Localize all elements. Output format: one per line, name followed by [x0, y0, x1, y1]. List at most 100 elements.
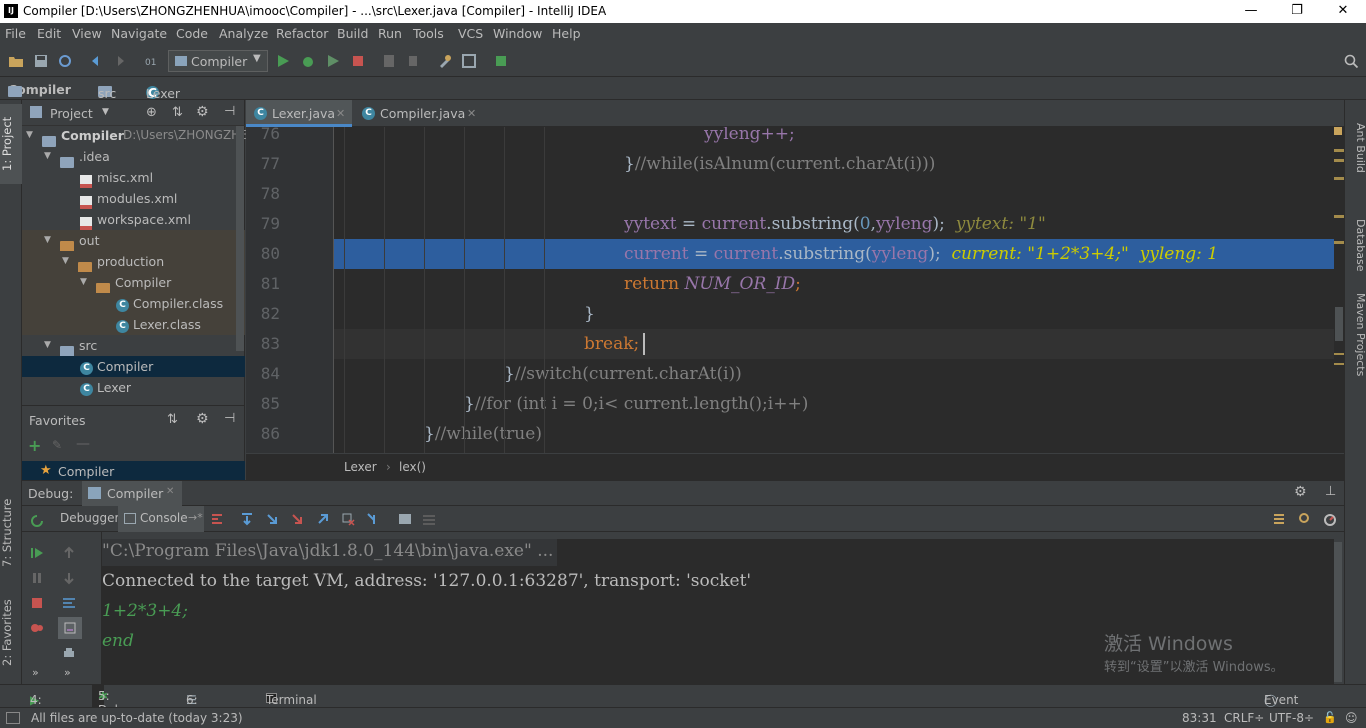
tab-structure[interactable]: 7: Structure — [0, 490, 22, 576]
tree-item-lexer-src[interactable]: C Lexer — [22, 377, 245, 398]
close-tab-icon[interactable]: ✕ — [467, 100, 476, 127]
minimize-button[interactable]: — — [1228, 0, 1274, 23]
run-with-coverage-icon[interactable] — [325, 53, 341, 69]
menu-navigate[interactable]: Navigate — [111, 26, 167, 41]
close-window-button[interactable]: ✕ — [1320, 0, 1366, 23]
open-folder-icon[interactable] — [8, 53, 24, 69]
stop-icon[interactable] — [350, 53, 366, 69]
remove-icon[interactable]: — — [76, 436, 90, 452]
menu-file[interactable]: File — [5, 26, 26, 41]
chevron-down-icon[interactable]: ▼ — [102, 107, 109, 117]
up-arrow-icon[interactable] — [62, 546, 76, 560]
print-icon[interactable] — [62, 646, 76, 660]
tree-item-workspace-xml[interactable]: workspace.xml — [22, 209, 245, 230]
menu-window[interactable]: Window — [493, 26, 542, 41]
tab-console[interactable]: Console →* — [118, 506, 204, 532]
tab-database[interactable]: Database — [1345, 210, 1366, 280]
save-all-icon[interactable] — [33, 53, 49, 69]
more-actions-icon[interactable]: » — [64, 666, 71, 679]
warning-marker[interactable] — [1334, 241, 1344, 244]
tree-item-compiler-src[interactable]: C Compiler — [22, 356, 245, 377]
project-structure-grid-icon[interactable] — [461, 53, 477, 69]
warning-marker[interactable] — [1334, 363, 1344, 365]
stop-icon[interactable] — [30, 596, 44, 610]
tree-item-compiler-root[interactable]: ▼ Compiler D:\Users\ZHONGZHE — [22, 125, 248, 147]
favorites-list-item[interactable]: ★ Compiler — [22, 461, 245, 481]
tab-debugger[interactable]: Debugger — [60, 511, 119, 525]
menu-tools[interactable]: Tools — [413, 26, 444, 41]
tool-windows-toggle-icon[interactable] — [6, 712, 20, 724]
hide-panel-icon[interactable]: ⊥ — [1325, 484, 1336, 499]
console-scrollbar[interactable] — [1334, 542, 1342, 682]
tab-project[interactable]: 1: Project — [0, 104, 22, 184]
sdk-icon[interactable] — [405, 53, 421, 69]
add-icon[interactable]: + — [28, 436, 41, 455]
warning-marker[interactable] — [1334, 353, 1344, 355]
back-arrow-icon[interactable] — [88, 53, 104, 69]
collapse-all-icon[interactable]: ⇅ — [167, 412, 178, 427]
gear-icon[interactable]: ⚙ — [1294, 484, 1307, 500]
warning-marker[interactable] — [1334, 159, 1344, 162]
debug-session-tab[interactable]: Compiler ✕ — [82, 481, 182, 506]
hide-panel-icon[interactable]: ⊣ — [224, 104, 235, 119]
tree-item-compiler-class[interactable]: C Compiler.class — [22, 293, 245, 314]
hide-panel-icon[interactable]: ⊣ — [224, 411, 235, 426]
tree-item-idea[interactable]: ▼ .idea — [22, 146, 245, 168]
project-structure-icon[interactable] — [381, 53, 397, 69]
tab-debug[interactable]: ✱ 5: Debug — [92, 685, 137, 717]
warning-marker[interactable] — [1334, 149, 1344, 152]
restore-layout-icon[interactable] — [1272, 512, 1286, 526]
lock-icon[interactable]: 🔓 — [1323, 711, 1337, 724]
step-into-icon[interactable] — [265, 512, 279, 526]
evaluate-expression-icon[interactable] — [398, 512, 412, 526]
search-everywhere-icon[interactable] — [1343, 53, 1359, 69]
trace-icon[interactable] — [422, 512, 436, 526]
scroll-thumb[interactable] — [1335, 307, 1343, 341]
scroll-from-source-icon[interactable]: ⊕ — [146, 105, 157, 120]
synchronize-icon[interactable] — [57, 53, 73, 69]
project-panel-title[interactable]: Project — [50, 106, 93, 121]
breadcrumb-class[interactable]: Lexer — [344, 460, 377, 474]
gear-icon[interactable]: ⚙ — [196, 411, 209, 427]
menu-help[interactable]: Help — [552, 26, 581, 41]
menu-refactor[interactable]: Refactor — [276, 26, 328, 41]
tab-maven-projects[interactable]: Maven Projects — [1345, 286, 1366, 384]
close-tab-icon[interactable]: ✕ — [166, 486, 174, 497]
tab-favorites[interactable]: 2: Favorites — [0, 590, 22, 676]
close-tab-icon[interactable]: ✕ — [336, 100, 345, 127]
step-out-icon[interactable] — [316, 512, 330, 526]
code-area[interactable]: yyleng++; }//while(isAlnum(current.charA… — [334, 127, 1334, 453]
down-arrow-icon[interactable] — [62, 571, 76, 585]
run-config-dropdown[interactable]: Compiler ▼ — [168, 50, 268, 72]
view-breakpoints-icon[interactable] — [30, 621, 44, 635]
step-over-icon[interactable] — [240, 512, 254, 526]
menu-edit[interactable]: Edit — [37, 26, 61, 41]
memory-gauge-icon[interactable] — [1323, 512, 1337, 526]
tree-item-production[interactable]: ▼ production — [22, 251, 245, 273]
menu-vcs[interactable]: VCS — [458, 26, 483, 41]
tree-item-misc-xml[interactable]: misc.xml — [22, 167, 245, 188]
soft-wrap-icon[interactable] — [62, 596, 76, 610]
rerun-icon[interactable] — [30, 514, 44, 528]
scroll-to-end-toggle[interactable] — [58, 617, 82, 639]
run-icon[interactable] — [275, 53, 291, 69]
menu-run[interactable]: Run — [378, 26, 402, 41]
breadcrumb-method[interactable]: lex() — [399, 460, 426, 474]
resume-program-icon[interactable] — [30, 546, 44, 560]
line-separator[interactable]: CRLF÷ — [1224, 711, 1264, 725]
search-frame-icon[interactable] — [1298, 512, 1312, 526]
show-execution-point-icon[interactable] — [210, 512, 224, 526]
editor-scrollbar[interactable] — [1334, 127, 1344, 453]
line-number-gutter[interactable]: 76 77 78 79 80 81 82 83 84 85 86 — [246, 124, 334, 453]
run-to-cursor-icon[interactable] — [366, 512, 380, 526]
caret-position[interactable]: 83:31 — [1182, 711, 1217, 725]
more-actions-icon[interactable]: » — [32, 666, 39, 679]
console-output[interactable]: "C:\Program Files\Java\jdk1.8.0_144\bin\… — [102, 539, 1334, 685]
gear-icon[interactable]: ⚙ — [196, 104, 209, 120]
pause-program-icon[interactable] — [30, 571, 44, 585]
menu-build[interactable]: Build — [337, 26, 368, 41]
debug-icon[interactable] — [300, 53, 316, 69]
tab-ant-build[interactable]: Ant Build — [1345, 108, 1366, 188]
settings-wrench-icon[interactable] — [437, 53, 453, 69]
tree-item-lexer-class[interactable]: C Lexer.class — [22, 314, 245, 335]
